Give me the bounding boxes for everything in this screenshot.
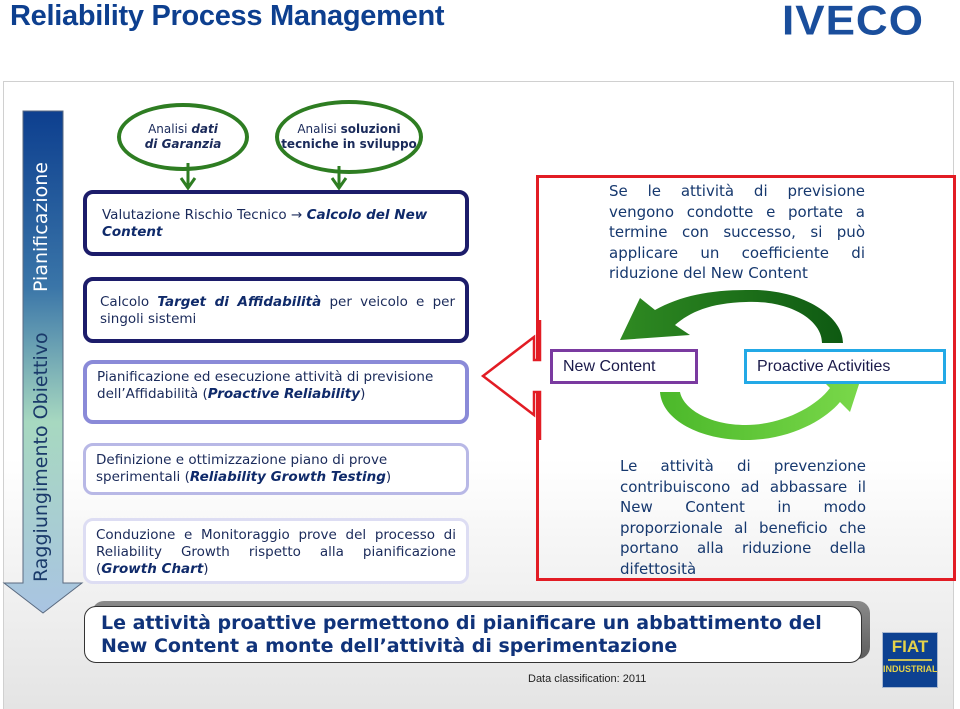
conclusion-callout: Le attività proattive permettono di pian… xyxy=(84,606,862,663)
red-pointer-arrow xyxy=(480,320,542,440)
label-raggiungimento-obiettivo: Raggiungimento Obiettivo xyxy=(30,332,52,582)
arrow-bottom-icon xyxy=(660,375,862,440)
data-classification: Data classification: 2011 xyxy=(528,673,647,685)
cycle-bottom-text: Le attività di prevenzione contribuiscon… xyxy=(620,457,866,578)
node-new-content: New Content xyxy=(550,349,698,384)
iveco-logo: IVECO xyxy=(782,0,924,44)
step-target-affidabilita: Calcolo Target di Affidabilità per veico… xyxy=(83,277,469,343)
fiat-industrial-logo: FIAT INDUSTRIAL xyxy=(882,632,938,688)
step-proactive-reliability: Pianificazione ed esecuzione attività di… xyxy=(83,360,469,424)
cycle-top-text: Se le attività di previsione vengono con… xyxy=(609,182,865,282)
step-new-content: Valutazione Rischio Tecnico → Calcolo de… xyxy=(83,190,469,256)
arrow-top-icon xyxy=(620,290,843,343)
node-proactive-activities: Proactive Activities xyxy=(744,349,946,384)
step-growth-chart: Conduzione e Monitoraggio prove del proc… xyxy=(83,518,469,584)
input-arrows xyxy=(179,163,348,191)
step-growth-testing: Definizione e ottimizzazione piano di pr… xyxy=(83,443,469,495)
